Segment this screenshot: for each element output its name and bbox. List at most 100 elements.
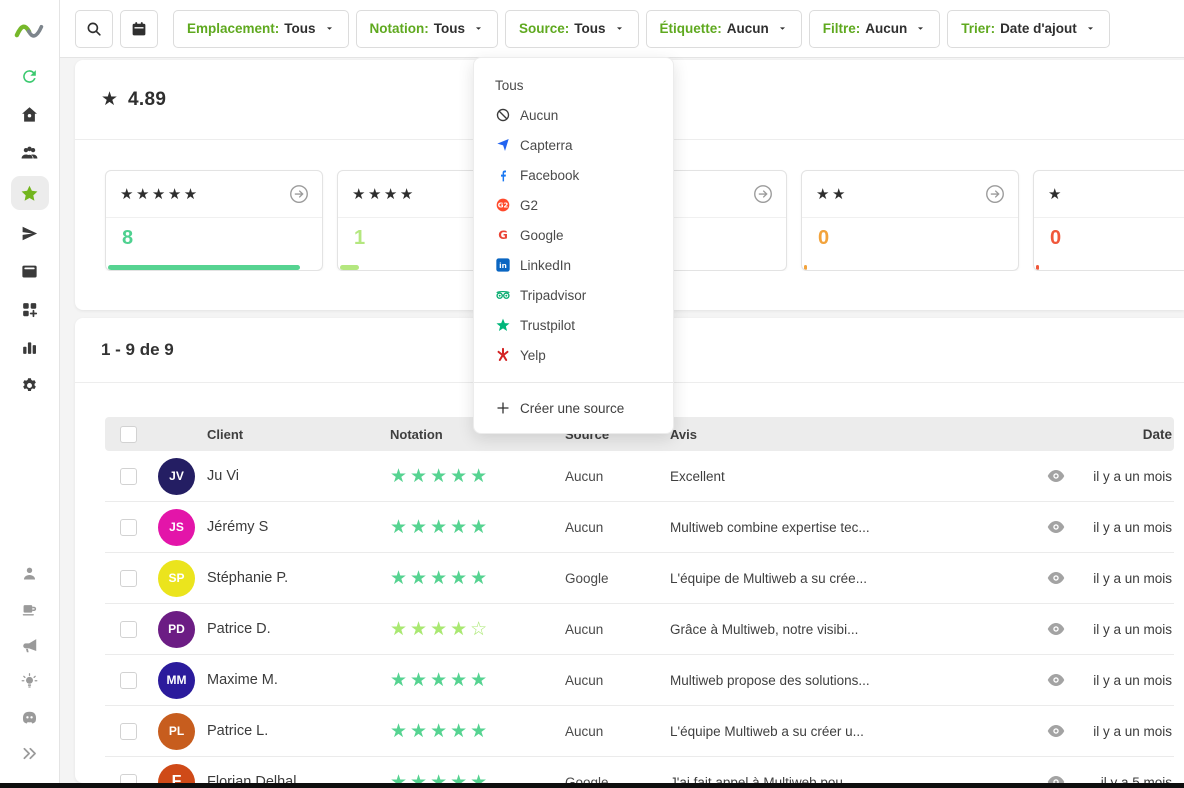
eye-icon	[1046, 519, 1066, 535]
row-stars: ★★★★★	[390, 567, 565, 590]
progress-bar	[1036, 265, 1039, 270]
filter-value: Aucun	[727, 21, 769, 36]
view-review-button[interactable]	[1046, 570, 1066, 586]
chevron-down-icon	[777, 23, 788, 34]
sidebar-footer-megaphone[interactable]	[11, 634, 49, 657]
sidebar-footer-collapse[interactable]	[11, 742, 49, 765]
filter-emplacement-button[interactable]: Emplacement: Tous	[173, 10, 349, 48]
source-option-linkedin[interactable]: in LinkedIn	[474, 250, 673, 280]
source-option-capterra[interactable]: Capterra	[474, 130, 673, 160]
row-checkbox[interactable]	[120, 621, 137, 638]
chevron-down-icon	[473, 23, 484, 34]
avatar: PD	[158, 611, 195, 648]
average-rating-value: 4.89	[128, 89, 166, 111]
avatar: JV	[158, 458, 195, 495]
row-source: Aucun	[565, 469, 670, 484]
source-option-label: Yelp	[520, 348, 546, 363]
table-body: JV Ju Vi ★★★★★ Aucun Excellent il y a un…	[105, 451, 1174, 783]
row-source: Aucun	[565, 622, 670, 637]
avatar: SP	[158, 560, 195, 597]
sidebar-item-home[interactable]	[11, 100, 49, 129]
avatar: MM	[158, 662, 195, 699]
results-counter: 1 - 9 de 9	[101, 340, 174, 360]
create-source-button[interactable]: Créer une source	[474, 382, 673, 433]
review-excerpt: J'ai fait appel à Multiweb pou...	[670, 775, 1028, 784]
bulb-icon	[20, 672, 39, 691]
date-range-button[interactable]	[120, 10, 158, 48]
sidebar-footer-discord[interactable]	[11, 706, 49, 729]
card-stars: ★★★★	[352, 185, 416, 203]
filter-notation-button[interactable]: Notation: Tous	[356, 10, 498, 48]
filter-value: Tous	[284, 21, 315, 36]
row-source: Aucun	[565, 520, 670, 535]
sidebar-footer-person[interactable]	[11, 562, 49, 585]
collapse-icon	[20, 744, 39, 763]
review-row: JS Jérémy S ★★★★★ Aucun Multiweb combine…	[105, 502, 1174, 553]
sidebar-item-widgets-plus[interactable]	[11, 295, 49, 324]
view-review-button[interactable]	[1046, 723, 1066, 739]
eye-icon	[1046, 570, 1066, 586]
view-review-button[interactable]	[1046, 519, 1066, 535]
row-stars: ★★★★★	[390, 516, 565, 539]
sidebar-item-star[interactable]	[11, 176, 49, 210]
source-option-aucun[interactable]: Aucun	[474, 100, 673, 130]
filter-source-button[interactable]: Source: Tous	[505, 10, 639, 48]
row-checkbox[interactable]	[120, 519, 137, 536]
sidebar-item-send[interactable]	[11, 219, 49, 248]
arrow-circle-icon	[752, 183, 774, 205]
sidebar-item-card[interactable]	[11, 257, 49, 286]
source-option-tous[interactable]: Tous	[474, 70, 673, 100]
row-checkbox[interactable]	[120, 468, 137, 485]
view-review-button[interactable]	[1046, 621, 1066, 637]
row-checkbox[interactable]	[120, 774, 137, 784]
review-date: il y a un mois	[1084, 673, 1174, 688]
mug-icon	[20, 600, 39, 619]
source-option-g2[interactable]: G2 G2	[474, 190, 673, 220]
sidebar-item-bar-chart[interactable]	[11, 333, 49, 362]
filter-value: Date d'ajout	[1000, 21, 1077, 36]
col-date: Date	[1084, 427, 1174, 442]
open-arrow-button[interactable]	[288, 183, 310, 205]
sidebar-item-sync[interactable]	[11, 62, 49, 91]
view-review-button[interactable]	[1046, 468, 1066, 484]
create-source-label: Créer une source	[520, 401, 624, 416]
row-checkbox[interactable]	[120, 570, 137, 587]
sidebar-item-users[interactable]	[11, 138, 49, 167]
source-dropdown-menu: Tous Aucun Capterra Facebook G2 G2 G Goo…	[473, 57, 674, 434]
view-review-button[interactable]	[1046, 672, 1066, 688]
eye-icon	[1046, 774, 1066, 783]
users-icon	[20, 143, 39, 162]
view-review-button[interactable]	[1046, 774, 1066, 783]
select-all-checkbox[interactable]	[120, 426, 137, 443]
sidebar-footer-mug[interactable]	[11, 598, 49, 621]
source-option-google[interactable]: G Google	[474, 220, 673, 250]
source-option-tripadvisor[interactable]: Tripadvisor	[474, 280, 673, 310]
search-button[interactable]	[75, 10, 113, 48]
rating-card-2-stars: ★★ 0	[801, 170, 1019, 271]
card-stars: ★★★★★	[120, 185, 200, 203]
sidebar-item-gear[interactable]	[11, 371, 49, 400]
topbar: Emplacement: Tous Notation: Tous Source:…	[59, 0, 1184, 58]
filter-trier-button[interactable]: Trier: Date d'ajout	[947, 10, 1109, 48]
open-arrow-button[interactable]	[984, 183, 1006, 205]
row-checkbox[interactable]	[120, 672, 137, 689]
review-excerpt: Multiweb propose des solutions...	[670, 673, 1028, 688]
filter-etiquette-button[interactable]: Étiquette: Aucun	[646, 10, 802, 48]
source-option-facebook[interactable]: Facebook	[474, 160, 673, 190]
review-date: il y a un mois	[1084, 571, 1174, 586]
source-option-label: Capterra	[520, 138, 573, 153]
row-checkbox[interactable]	[120, 723, 137, 740]
filter-filtre-button[interactable]: Filtre: Aucun	[809, 10, 941, 48]
eye-icon	[1046, 468, 1066, 484]
client-name: Maxime M.	[207, 672, 390, 688]
filter-label: Trier:	[961, 21, 995, 36]
source-option-trustpilot[interactable]: Trustpilot	[474, 310, 673, 340]
open-arrow-button[interactable]	[752, 183, 774, 205]
source-option-yelp[interactable]: Yelp	[474, 340, 673, 370]
review-date: il y a un mois	[1084, 622, 1174, 637]
card-stars: ★	[1048, 185, 1064, 203]
arrow-circle-icon	[984, 183, 1006, 205]
review-excerpt: L'équipe Multiweb a su créer u...	[670, 724, 1028, 739]
filter-label: Filtre:	[823, 21, 861, 36]
sidebar-footer-bulb[interactable]	[11, 670, 49, 693]
